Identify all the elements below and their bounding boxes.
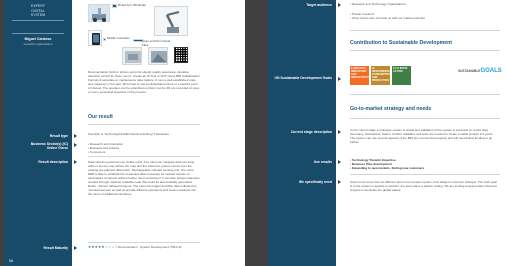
list-item-text: Expanding to new markets, finding new cu… <box>351 166 425 170</box>
sdg-text: RESPONSIBLE CONSUMPTION AND PRODUCTION <box>372 70 391 82</box>
sidebar-divider <box>12 33 64 34</box>
section-divider <box>88 156 200 157</box>
label-current-stage: Current stage description <box>290 130 332 134</box>
sidebar-logo-text: EXPERT DIGITAL SYSTEM <box>12 4 64 18</box>
list-item: • Consumers <box>88 150 106 154</box>
qr-code[interactable] <box>174 47 188 63</box>
sdg-tile: 9 INDUSTRY, INNOVATION AND INFRASTRUCTUR… <box>350 66 374 85</box>
section-divider <box>350 30 500 31</box>
list-item-text: Research and Technology Organisations <box>351 2 406 6</box>
chevron-right-icon <box>338 160 341 164</box>
section-divider <box>350 118 500 119</box>
page-2-sidebar: Target audience UN Sustainable Developme… <box>268 0 336 266</box>
author-affiliation: research organisation <box>23 42 53 46</box>
sidebar-divider <box>12 20 64 21</box>
label-result-maturity: Result Maturity <box>43 246 69 250</box>
document-viewer: EXPERT DIGITAL SYSTEM Miguel Cardoso res… <box>0 0 506 266</box>
sdg-tile: 13 CLIMATE ACTION <box>392 66 411 85</box>
maturity-rating: ★★★★★☆☆☆☆ <box>88 245 119 249</box>
chevron-right-icon <box>74 143 77 147</box>
list-item: • Expanding to new markets, finding new … <box>350 166 425 170</box>
chevron-right-icon <box>338 180 341 184</box>
chevron-right-icon <box>74 246 77 250</box>
list-item: • Research and Technology Organisations <box>350 2 406 6</box>
tablet-image <box>88 30 102 46</box>
section-divider <box>350 174 500 175</box>
sdg-logo-goals: GOALS <box>480 68 502 74</box>
sdg-tile: 12 RESPONSIBLE CONSUMPTION AND PRODUCTIO… <box>371 66 391 85</box>
point-cloud-image <box>122 47 142 65</box>
robot-arm-image <box>154 6 188 36</box>
scan-image <box>148 47 168 65</box>
result-description-text: Data capturing autonomous mobile robot. … <box>88 160 200 196</box>
page-1: EXPERT DIGITAL SYSTEM Miguel Cardoso res… <box>4 0 245 266</box>
legend-marker <box>112 4 117 8</box>
chevron-right-icon <box>338 77 341 81</box>
label-online-gross: Online Gross <box>46 146 68 150</box>
gtm-heading: Go-to-market strategy and needs <box>350 106 432 112</box>
contribution-heading: Contribution to Sustainable Development <box>350 40 453 46</box>
page-1-content: Robot Arm 3D Model Mobile Controller Sca… <box>86 0 240 266</box>
section-divider <box>88 124 200 125</box>
sdg-logo-text: SUSTAINABLE <box>458 69 481 73</box>
list-item: • Other Actors who can help us with our … <box>350 16 425 20</box>
label-use-results: Use results <box>313 160 332 164</box>
label-target-audience: Target audience <box>306 3 332 7</box>
list-item-text: Consumers <box>89 150 106 154</box>
label-we-need: We specifically need <box>298 180 332 184</box>
gtm-paragraph-2: Users must come from an different and mo… <box>350 180 498 192</box>
section-divider <box>350 94 500 95</box>
page-2-content: • Research and Technology Organisations … <box>348 0 502 266</box>
sdg-text: CLIMATE ACTION <box>393 67 408 73</box>
label-result-type: Result type <box>49 134 68 138</box>
our-result-heading: Our result <box>88 114 113 120</box>
list-item-text: Other Actors who can help us with our ma… <box>351 16 425 20</box>
robot-image <box>88 4 110 22</box>
result-type-text: Scientific or Technological R&D Result i… <box>88 132 169 136</box>
chevron-right-icon <box>74 134 77 138</box>
logo-line: SYSTEM <box>30 13 46 17</box>
figure-caption-1: Robot Arm 3D Model <box>118 3 146 7</box>
intro-paragraph: Documentation (both in picture and print… <box>88 70 200 94</box>
page-number: 06 <box>9 259 13 263</box>
chevron-right-icon <box>338 130 341 134</box>
sdg-logo: SUSTAINABLEGOALS <box>458 68 502 74</box>
chevron-right-icon <box>338 3 341 7</box>
section-divider <box>88 242 200 243</box>
section-divider <box>350 50 500 51</box>
legend-marker <box>103 38 106 41</box>
label-result-description: Result description <box>38 160 68 164</box>
page-1-sidebar: EXPERT DIGITAL SYSTEM Miguel Cardoso res… <box>4 0 72 266</box>
page-2: Target audience UN Sustainable Developme… <box>268 0 506 266</box>
label-sdg: UN Sustainable Development Goals <box>274 76 332 80</box>
gtm-paragraph: In the current stage a prototype system … <box>350 128 494 144</box>
chevron-right-icon <box>74 160 77 164</box>
maturity-text: Demonstration · System Development (TRL6… <box>118 245 182 249</box>
